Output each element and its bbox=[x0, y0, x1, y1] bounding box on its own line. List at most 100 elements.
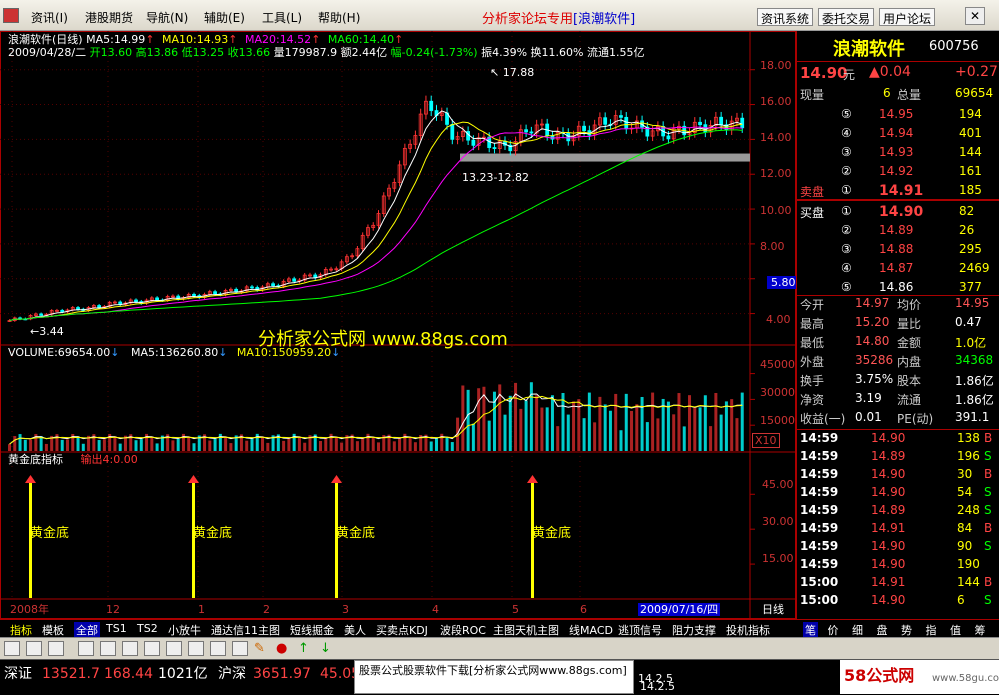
candle-body bbox=[719, 116, 724, 126]
sz-amount: 1021亿 bbox=[158, 666, 208, 682]
move-icon[interactable] bbox=[232, 641, 248, 656]
candle-body bbox=[619, 115, 623, 118]
stock-header: 浪潮软件 600756 bbox=[797, 35, 999, 60]
stat-label: 最低 bbox=[800, 336, 825, 350]
period-label[interactable]: 日线 bbox=[762, 603, 784, 616]
pencil-icon[interactable]: ✎ bbox=[254, 641, 270, 656]
trade-time: 14:59 bbox=[800, 485, 839, 499]
volume-bar bbox=[392, 441, 396, 451]
indicator-tab[interactable]: 波段ROC bbox=[440, 622, 486, 638]
quote-tab[interactable]: 笔 bbox=[803, 622, 818, 638]
level-num: ⑤ bbox=[841, 107, 852, 121]
volume-bar bbox=[355, 441, 359, 451]
volume-bar bbox=[656, 418, 660, 451]
menu-tools[interactable]: 工具(L) bbox=[262, 9, 302, 26]
quote-tab[interactable]: 筹 bbox=[975, 622, 986, 638]
menu-hk-futures[interactable]: 港股期货 bbox=[85, 9, 133, 26]
info-close: 收13.66 bbox=[227, 46, 271, 59]
menu-help[interactable]: 帮助(H) bbox=[318, 9, 360, 26]
buy-volume: 26 bbox=[959, 223, 975, 237]
trade-row: 14:59 14.90 90 S bbox=[797, 537, 999, 556]
arrow-up-icon[interactable]: ↑ bbox=[298, 641, 314, 656]
indicator-tab[interactable]: 全部 bbox=[74, 622, 100, 638]
volume-bar bbox=[550, 395, 554, 451]
indicator-tab[interactable]: 模板 bbox=[42, 622, 64, 638]
volume-bar bbox=[65, 439, 69, 451]
info-system-button[interactable]: 资讯系统 bbox=[757, 8, 814, 26]
volume-bar bbox=[303, 442, 307, 451]
trade-direction: S bbox=[984, 485, 992, 499]
copy-icon[interactable] bbox=[188, 641, 204, 656]
ad-box[interactable]: 股票公式股票软件下载[分析家公式网www.88gs.com] 14.2.5 bbox=[354, 660, 675, 694]
ind-tick: 45.00 bbox=[762, 478, 794, 491]
quote-tab[interactable]: 细 bbox=[852, 622, 863, 638]
stats-icon[interactable] bbox=[144, 641, 160, 656]
trade-volume: 248 bbox=[957, 503, 980, 517]
logo-box[interactable]: 58公式网 www.58gu.com bbox=[840, 660, 999, 694]
signal-arrow-icon bbox=[25, 475, 36, 483]
trade-button[interactable]: 委托交易 bbox=[818, 8, 875, 26]
volume-bar bbox=[224, 436, 228, 451]
volume-bar bbox=[535, 395, 539, 451]
quote-tab[interactable]: 价 bbox=[828, 622, 839, 638]
forum-banner[interactable]: 分析家论坛专用[浪潮软件] bbox=[482, 8, 635, 27]
indicator-tab[interactable]: 线MACD bbox=[569, 622, 613, 638]
vol-ma5: MA5:136260.80 bbox=[130, 346, 219, 359]
volume-bar bbox=[688, 395, 692, 451]
app-icon[interactable] bbox=[3, 8, 19, 23]
indicator-tab[interactable]: TS2 bbox=[137, 622, 158, 635]
home-icon[interactable] bbox=[4, 641, 20, 656]
grid-icon[interactable] bbox=[78, 641, 94, 656]
trade-row: 15:00 14.90 6 S bbox=[797, 591, 999, 610]
chart-area[interactable] bbox=[0, 31, 796, 619]
list-icon[interactable] bbox=[26, 641, 42, 656]
trade-price: 14.90 bbox=[871, 539, 906, 553]
menu-info[interactable]: 资讯(I) bbox=[31, 9, 68, 26]
circle-icon[interactable]: ● bbox=[276, 641, 292, 656]
buy-volume: 377 bbox=[959, 280, 982, 294]
quote-tab[interactable]: 势 bbox=[901, 622, 912, 638]
rsi-icon[interactable] bbox=[122, 641, 138, 656]
menu-assist[interactable]: 辅助(E) bbox=[204, 9, 245, 26]
stat-label: 流通 bbox=[897, 393, 922, 407]
import-icon[interactable] bbox=[210, 641, 226, 656]
ma10-label: MA10:14.93 bbox=[162, 33, 229, 46]
volume-bar bbox=[361, 438, 365, 451]
volume-bar bbox=[614, 393, 618, 451]
quote-tab[interactable]: 指 bbox=[926, 622, 937, 638]
indicator-tab[interactable]: 逃顶信号 bbox=[618, 622, 662, 638]
indicator-tab[interactable]: 美人 bbox=[344, 622, 366, 638]
volume-bar bbox=[545, 407, 549, 451]
signal-label: 黄金底 bbox=[532, 526, 572, 541]
indicator-tab[interactable]: 主图天机主图 bbox=[493, 622, 559, 638]
minute-chart-icon[interactable] bbox=[166, 641, 182, 656]
level-num: ① bbox=[841, 183, 852, 197]
indicator-tab[interactable]: 阻力支撑 bbox=[672, 622, 716, 638]
indicator-tab[interactable]: 投机指标 bbox=[726, 622, 770, 638]
indicator-tab[interactable]: 小放牛 bbox=[168, 622, 201, 638]
stat-label: 换手 bbox=[800, 374, 825, 388]
close-icon[interactable]: ✕ bbox=[965, 7, 985, 25]
menu-navigate[interactable]: 导航(N) bbox=[146, 9, 188, 26]
cursor-price-box: 5.80 bbox=[767, 276, 800, 289]
quote-tab[interactable]: 值 bbox=[950, 622, 961, 638]
indicator-tab[interactable]: TS1 bbox=[106, 622, 127, 635]
volume-bar bbox=[461, 385, 465, 451]
indicator-tab[interactable]: 短线掘金 bbox=[290, 622, 334, 638]
stat-label: PE(动) bbox=[897, 412, 934, 426]
quote-tab[interactable]: 盘 bbox=[877, 622, 888, 638]
buy-price: 14.89 bbox=[879, 223, 914, 237]
forum-button[interactable]: 用户论坛 bbox=[879, 8, 936, 26]
chart-icon[interactable] bbox=[100, 641, 116, 656]
indicator-tab[interactable]: 通达信11主图 bbox=[211, 622, 280, 638]
trade-volume: 196 bbox=[957, 449, 980, 463]
arrow-down-icon[interactable]: ↓ bbox=[320, 641, 336, 656]
trade-direction: S bbox=[984, 503, 992, 517]
f10-icon[interactable] bbox=[48, 641, 64, 656]
indicator-tab[interactable]: 买卖点KDJ bbox=[376, 622, 428, 638]
banner-link[interactable]: [浪潮软件] bbox=[573, 12, 635, 27]
trade-row: 15:00 14.91 144 B bbox=[797, 573, 999, 592]
indicator-tab[interactable]: 指标 bbox=[10, 622, 32, 638]
stat-row: 换手 3.75% 股本 1.86亿 bbox=[797, 370, 999, 389]
xianliang-label: 现量 bbox=[800, 88, 825, 102]
